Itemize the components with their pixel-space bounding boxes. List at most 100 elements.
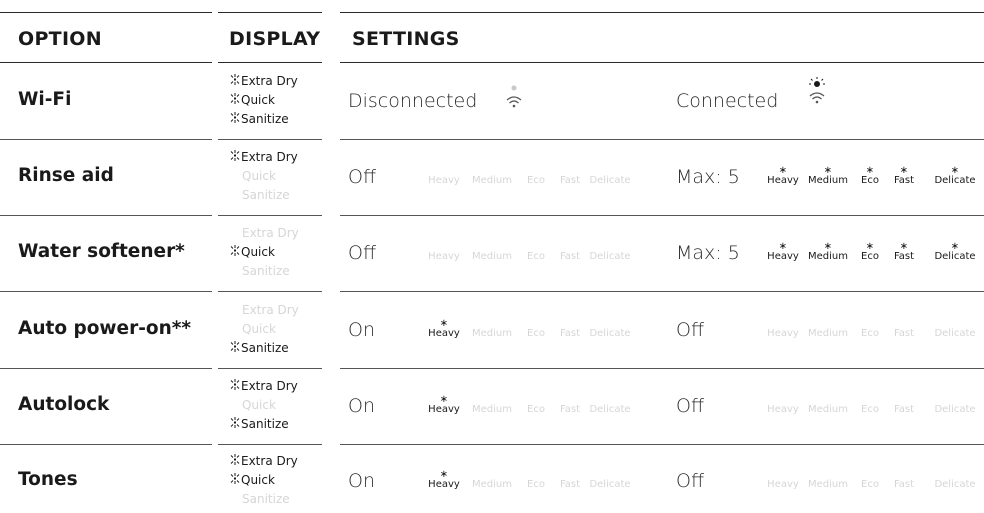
cycle-label: Heavy: [428, 251, 460, 262]
setting-b-cycle: Delicate: [934, 394, 975, 415]
display-indicator: Quick: [230, 93, 275, 107]
cycle-label: Heavy: [767, 328, 799, 339]
cycle-label: Delicate: [589, 175, 631, 186]
cycle-label: Heavy: [767, 404, 799, 415]
header-settings: SETTINGS: [352, 28, 460, 50]
row-divider: [340, 139, 984, 140]
cycle-label: Delicate: [589, 404, 631, 415]
display-label: Sanitize: [241, 417, 289, 431]
setting-a-cycle: Fast: [560, 469, 580, 490]
indicator-off: [861, 318, 879, 328]
cycle-label: Delicate: [934, 404, 976, 415]
cycle-label: Medium: [472, 479, 512, 490]
indicator-off: [560, 394, 580, 404]
setting-a-cycle: ∗ Heavy: [428, 394, 460, 415]
cycle-label: Fast: [559, 175, 581, 186]
indicator-off: [934, 469, 975, 479]
header-display: DISPLAY: [229, 28, 321, 50]
indicator-off: [428, 241, 460, 251]
cycle-label: Delicate: [589, 479, 631, 490]
setting-b-cycle: Fast: [894, 318, 914, 339]
display-label: Extra Dry: [241, 379, 298, 393]
indicator-off: [894, 394, 914, 404]
setting-value-a: On: [348, 470, 375, 492]
cycle-label: Delicate: [934, 251, 976, 262]
header-top-rule-settings: [340, 12, 984, 13]
display-label: Extra Dry: [242, 226, 299, 240]
display-label: Quick: [241, 473, 275, 487]
cycle-label: Fast: [559, 479, 581, 490]
row-divider: [340, 291, 984, 292]
option-label: Tones: [18, 469, 78, 490]
option-label: Wi-Fi: [18, 89, 72, 110]
option-label: Rinse aid: [18, 165, 114, 186]
setting-value-b: Off: [676, 319, 705, 341]
display-indicator: Sanitize: [242, 492, 290, 506]
cycle-label: Heavy: [767, 175, 799, 186]
display-indicator: Sanitize: [230, 417, 289, 431]
display-indicator: Quick: [230, 473, 275, 487]
indicator-light-icon: ∗: [439, 318, 449, 329]
display-indicator: Extra Dry: [230, 150, 298, 164]
indicator-off: [472, 318, 512, 328]
display-indicator: Sanitize: [230, 341, 289, 355]
cycle-label: Medium: [472, 251, 512, 262]
setting-value-b: Max: 5: [676, 242, 740, 264]
row-divider: [0, 444, 212, 445]
cycle-label: Eco: [527, 251, 545, 262]
option-label: Auto power-on**: [18, 318, 192, 339]
setting-a-cycle: Medium: [472, 241, 512, 262]
setting-b-cycle: Heavy: [767, 394, 799, 415]
display-indicator: Extra Dry: [230, 379, 298, 393]
indicator-off: [934, 318, 975, 328]
setting-b-cycle: Delicate: [934, 318, 975, 339]
indicator-off: [472, 394, 512, 404]
cycle-label: Eco: [861, 251, 879, 262]
display-indicator: Quick: [242, 169, 276, 183]
cycle-label: Eco: [527, 175, 545, 186]
display-label: Extra Dry: [241, 150, 298, 164]
indicator-light-icon: [230, 417, 241, 432]
setting-a-cycle: Delicate: [589, 394, 630, 415]
cycle-label: Eco: [861, 328, 879, 339]
indicator-light-icon: [230, 150, 241, 165]
display-label: Extra Dry: [241, 454, 298, 468]
cycle-label: Fast: [559, 328, 581, 339]
indicator-off: [527, 469, 545, 479]
setting-value-b: Off: [676, 395, 705, 417]
setting-a-cycle: Fast: [560, 241, 580, 262]
indicator-light-icon: [230, 245, 241, 260]
setting-value-a: On: [348, 319, 375, 341]
setting-b-cycle: Fast: [894, 469, 914, 490]
indicator-off: [472, 165, 512, 175]
setting-b-cycle: ∗ Medium: [808, 241, 848, 262]
setting-a-cycle: ∗ Heavy: [428, 469, 460, 490]
indicator-light-icon: ∗: [865, 165, 875, 176]
setting-b-cycle: ∗ Medium: [808, 165, 848, 186]
setting-a-cycle: Heavy: [428, 241, 460, 262]
cycle-label: Medium: [808, 328, 848, 339]
display-label: Sanitize: [242, 264, 290, 278]
setting-a-cycle: Eco: [527, 469, 545, 490]
indicator-off: [861, 469, 879, 479]
setting-b-cycle: Medium: [808, 394, 848, 415]
indicator-off: [589, 318, 630, 328]
cycle-label: Medium: [472, 328, 512, 339]
setting-b-cycle: ∗ Delicate: [934, 241, 975, 262]
header-bottom-rule-settings: [340, 62, 984, 63]
indicator-off: [589, 394, 630, 404]
cycle-label: Eco: [527, 328, 545, 339]
indicator-off: [472, 469, 512, 479]
cycle-label: Delicate: [589, 328, 631, 339]
wifi-disconnected-icon: [503, 81, 525, 111]
setting-a-cycle: Delicate: [589, 241, 630, 262]
setting-b-cycle: ∗ Fast: [894, 165, 914, 186]
row-divider: [218, 444, 322, 445]
cycle-label: Fast: [559, 404, 581, 415]
indicator-light-icon: ∗: [899, 165, 909, 176]
setting-b-cycle: Eco: [861, 469, 879, 490]
indicator-light-icon: ∗: [823, 165, 833, 176]
cycle-label: Medium: [808, 175, 848, 186]
option-label: Autolock: [18, 394, 110, 415]
cycle-label: Heavy: [428, 404, 460, 415]
